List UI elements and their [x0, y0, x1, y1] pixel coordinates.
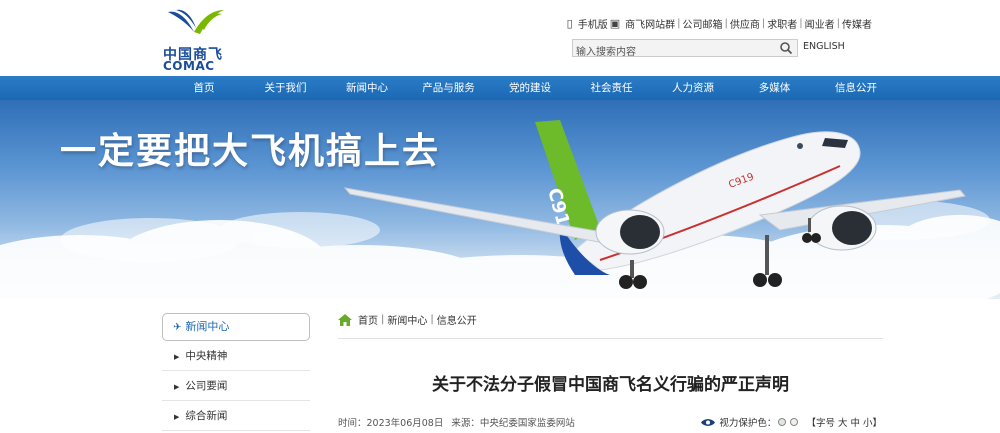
toplink-sites[interactable]: 商飞网站群: [625, 16, 675, 31]
sidebar-item-label: 中央精神: [185, 350, 228, 362]
sidebar-item-central[interactable]: ▶ 中央精神: [162, 341, 310, 371]
nav-media[interactable]: 多媒体: [735, 76, 815, 100]
separator: |: [724, 18, 728, 29]
nav-home[interactable]: 首页: [164, 76, 244, 100]
sidebar-item-general-news[interactable]: ▶ 综合新闻: [162, 401, 310, 431]
toplink-industry[interactable]: 闻业者: [805, 16, 835, 31]
separator: |: [430, 314, 434, 325]
breadcrumb-news[interactable]: 新闻中心: [387, 312, 427, 327]
divider: [338, 338, 883, 339]
separator: |: [761, 18, 766, 29]
eye-icon: [701, 418, 716, 426]
main-nav: 首页 关于我们 新闻中心 产品与服务 党的建设 社会责任 人力资源 多媒体 信息…: [0, 76, 1000, 100]
toplink-media[interactable]: 传媒者: [842, 16, 872, 31]
search-icon[interactable]: [779, 41, 793, 55]
reading-tools: 视力保护色： 【字号 大 中 小】: [701, 415, 882, 429]
toplink-mail[interactable]: 公司邮箱: [683, 16, 723, 31]
separator: |: [836, 18, 840, 29]
website-group-icon: ▣: [609, 17, 621, 30]
sidebar-title: 新闻中心: [185, 320, 230, 333]
nav-about[interactable]: 关于我们: [246, 76, 326, 100]
breadcrumb: 首页 | 新闻中心 | 信息公开: [338, 312, 477, 327]
color-option-light[interactable]: [790, 418, 799, 426]
sidebar-header[interactable]: ✈ 新闻中心: [162, 313, 310, 341]
nav-party[interactable]: 党的建设: [490, 76, 570, 100]
arrow-right-icon: ▶: [174, 383, 180, 391]
toplink-mobile[interactable]: 手机版: [578, 16, 608, 31]
article-source: 来源：中央纪委国家监委网站: [451, 418, 575, 429]
nav-info[interactable]: 信息公开: [816, 76, 896, 100]
eye-protect-label: 视力保护色：: [719, 418, 777, 429]
sidebar: ✈ 新闻中心 ▶ 中央精神 ▶ 公司要闻 ▶ 综合新闻: [162, 313, 310, 431]
mobile-icon: ▯: [566, 17, 573, 30]
breadcrumb-home[interactable]: 首页: [358, 312, 378, 327]
search-input[interactable]: [573, 44, 773, 61]
hero-banner: C919 C919 一定要把大飞机搞上去: [0, 100, 1000, 299]
article-meta: 时间：2023年06月08日 来源：中央纪委国家监委网站: [338, 415, 575, 429]
arrow-right-icon: ▶: [174, 353, 180, 361]
nav-products[interactable]: 产品与服务: [409, 76, 489, 100]
toplink-supplier[interactable]: 供应商: [730, 16, 760, 31]
home-icon: [338, 313, 352, 326]
breadcrumb-info[interactable]: 信息公开: [437, 312, 477, 327]
search-box: [572, 39, 798, 61]
nav-social[interactable]: 社会责任: [572, 76, 652, 100]
color-option-green[interactable]: [778, 418, 787, 426]
publish-time: 时间：2023年06月08日: [338, 418, 444, 429]
article-title: 关于不法分子假冒中国商飞名义行骗的严正声明: [432, 375, 789, 395]
separator: |: [799, 18, 803, 29]
sidebar-item-label: 综合新闻: [185, 410, 228, 422]
banner-slogan: 一定要把大飞机搞上去: [60, 131, 441, 172]
logo-en-text: COMAC: [163, 59, 215, 73]
font-size-controls[interactable]: 【字号 大 中 小】: [806, 415, 882, 429]
nav-news[interactable]: 新闻中心: [327, 76, 407, 100]
toplink-jobseeker[interactable]: 求职者: [767, 16, 797, 31]
separator: |: [381, 314, 385, 325]
top-links: ▯ 手机版 ▣ 商飞网站群 | 公司邮箱 | 供应商 | 求职者 | 闻业者 |…: [565, 16, 872, 31]
comac-logo[interactable]: 中国商飞 COMAC: [163, 6, 233, 73]
arrow-right-icon: ▶: [174, 413, 180, 421]
sidebar-item-company-news[interactable]: ▶ 公司要闻: [162, 371, 310, 401]
english-link[interactable]: ENGLISH: [803, 41, 845, 52]
header: 中国商飞 COMAC ▯ 手机版 ▣ 商飞网站群 | 公司邮箱 | 供应商 | …: [0, 0, 1000, 76]
comac-logo-icon: [168, 9, 224, 34]
sidebar-item-label: 公司要闻: [185, 380, 228, 392]
separator: |: [677, 18, 681, 29]
plane-icon: ✈: [173, 322, 182, 333]
nav-hr[interactable]: 人力资源: [653, 76, 733, 100]
